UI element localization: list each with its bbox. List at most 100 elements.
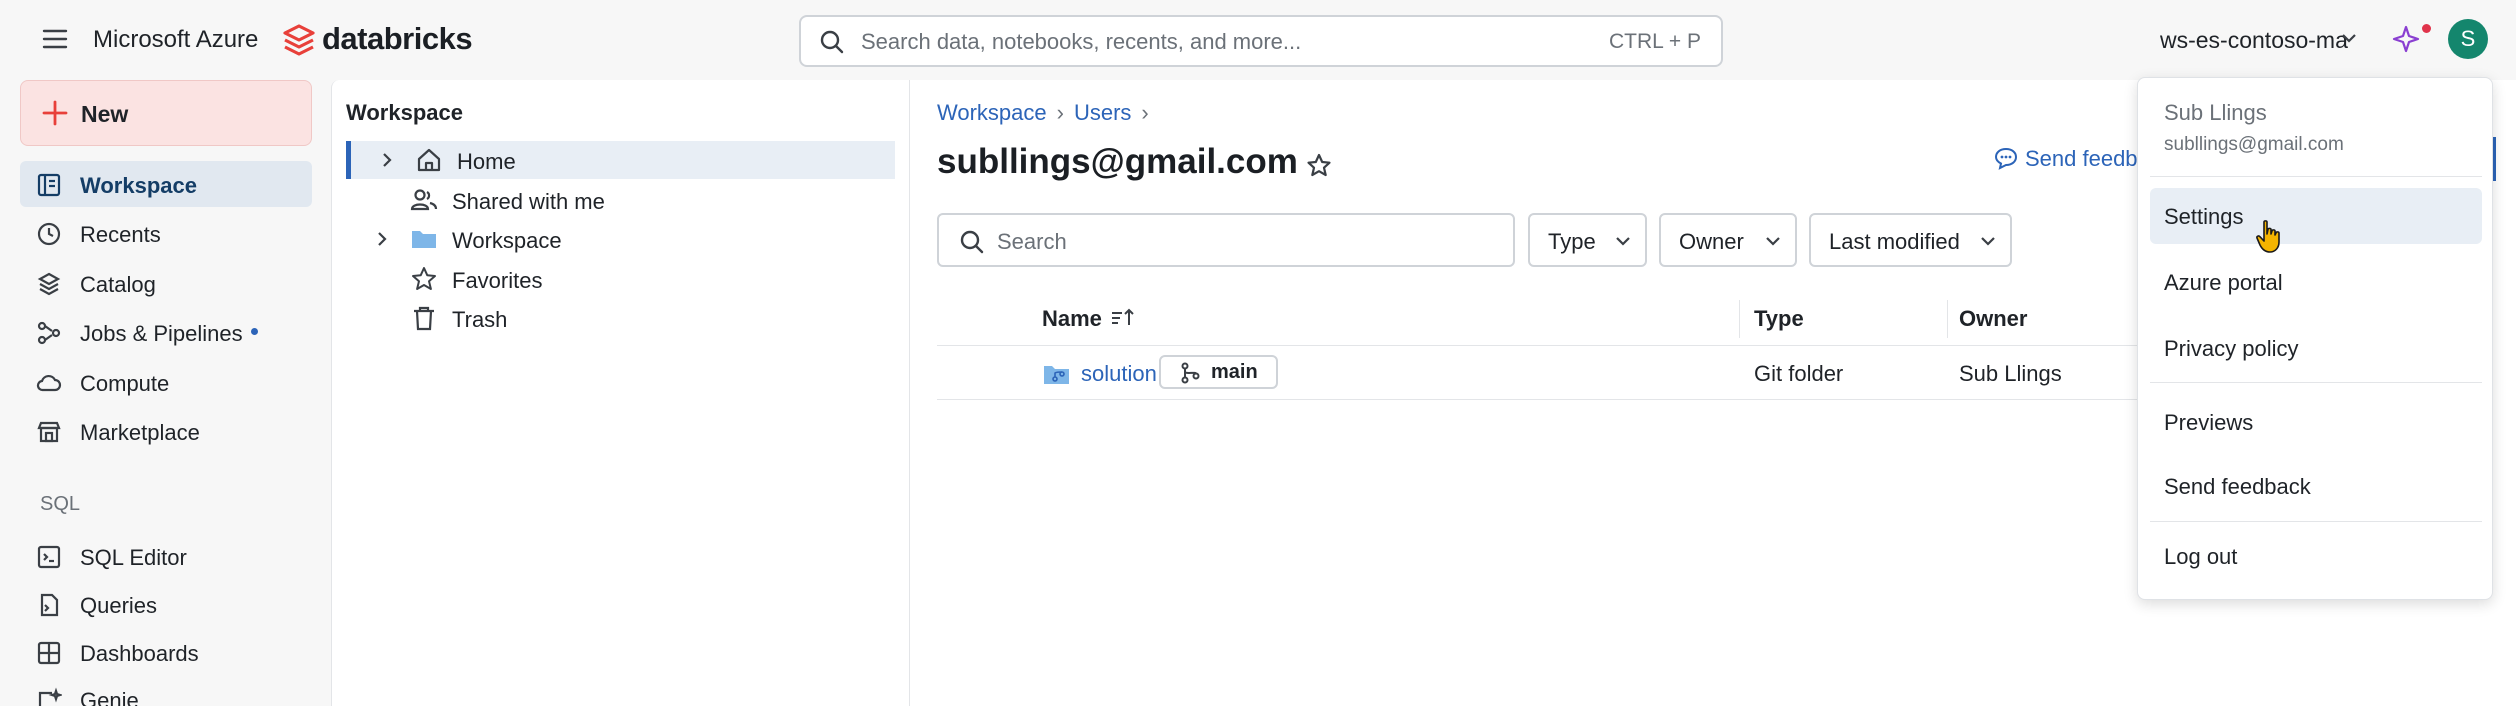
menu-divider — [2150, 382, 2482, 383]
new-button-label: New — [81, 101, 129, 127]
chevron-right-icon[interactable] — [381, 152, 393, 168]
sidebar-item-sql-editor[interactable]: SQL Editor — [20, 533, 312, 579]
chevron-down-icon — [1615, 235, 1631, 247]
user-menu: Sub Llings subllings@gmail.com Settings … — [2137, 77, 2493, 600]
catalog-icon — [36, 271, 62, 297]
global-search-input[interactable]: Search data, notebooks, recents, and mor… — [799, 15, 1723, 67]
last-modified-filter-label: Last modified — [1829, 229, 1960, 254]
tree-item-label: Home — [457, 149, 516, 174]
menu-user-email: subllings@gmail.com — [2164, 134, 2344, 155]
new-button[interactable]: New — [20, 80, 312, 146]
menu-item-label: Privacy policy — [2164, 336, 2299, 361]
genie-icon — [36, 687, 62, 706]
left-sidebar: New Workspace Recents Catalog Jobs & Pip… — [0, 80, 330, 706]
owner-filter-label: Owner — [1679, 229, 1744, 254]
notification-dot — [2422, 24, 2431, 33]
menu-item-log-out[interactable]: Log out — [2150, 528, 2482, 584]
menu-user-name: Sub Llings — [2164, 100, 2267, 125]
tree-item-home[interactable]: Home — [346, 141, 895, 179]
sidebar-item-label: Queries — [80, 593, 158, 618]
search-icon — [959, 229, 985, 255]
sidebar-item-compute[interactable]: Compute — [20, 359, 312, 405]
sort-ascending-icon — [1111, 308, 1134, 325]
column-header-owner[interactable]: Owner — [1959, 306, 2027, 332]
column-header-type[interactable]: Type — [1754, 306, 1804, 332]
workspace-icon — [36, 172, 62, 198]
trash-icon — [410, 305, 438, 331]
menu-item-privacy-policy[interactable]: Privacy policy — [2150, 320, 2482, 376]
sidebar-item-catalog[interactable]: Catalog — [20, 260, 312, 306]
chevron-down-icon[interactable] — [2341, 32, 2357, 44]
page-title: subllings@gmail.com — [937, 142, 1298, 181]
menu-item-previews[interactable]: Previews — [2150, 394, 2482, 450]
menu-divider — [2150, 176, 2482, 177]
sidebar-item-label: Marketplace — [80, 420, 200, 445]
content-search-placeholder: Search — [997, 229, 1067, 254]
last-modified-filter[interactable]: Last modified — [1809, 213, 2012, 267]
menu-item-settings[interactable]: Settings — [2150, 188, 2482, 244]
sidebar-item-marketplace[interactable]: Marketplace — [20, 408, 312, 454]
breadcrumb-separator: › — [1141, 100, 1149, 125]
menu-item-label: Settings — [2164, 204, 2244, 229]
sidebar-item-label: Jobs & Pipelines — [80, 321, 258, 347]
sidebar-item-workspace[interactable]: Workspace — [20, 161, 312, 207]
column-header-name[interactable]: Name — [1042, 306, 1136, 332]
owner-filter[interactable]: Owner — [1659, 213, 1797, 267]
sidebar-item-jobs-pipelines[interactable]: Jobs & Pipelines — [20, 309, 312, 355]
table-header: Name Type Owner — [937, 292, 2237, 346]
tree-title: Workspace — [346, 100, 463, 125]
branch-badge[interactable]: main — [1159, 355, 1278, 389]
sql-section-label: SQL — [40, 493, 81, 515]
assistant-sparkle-icon[interactable] — [2392, 24, 2422, 54]
menu-item-label: Azure portal — [2164, 270, 2283, 295]
queries-icon — [36, 592, 62, 618]
menu-divider — [2150, 521, 2482, 522]
search-icon — [819, 29, 845, 55]
type-filter[interactable]: Type — [1528, 213, 1647, 267]
column-divider[interactable] — [1739, 300, 1740, 338]
sidebar-item-recents[interactable]: Recents — [20, 210, 312, 256]
dashboard-icon — [36, 640, 62, 666]
menu-item-label: Previews — [2164, 410, 2254, 435]
avatar[interactable]: S — [2448, 19, 2488, 59]
send-feedback-link[interactable]: Send feedb — [1993, 146, 2138, 172]
sidebar-item-queries[interactable]: Queries — [20, 581, 312, 627]
workspace-switcher[interactable]: ws-es-contoso-ma — [2160, 27, 2348, 54]
sql-editor-icon — [36, 544, 62, 570]
git-folder-icon — [1042, 361, 1072, 387]
menu-item-send-feedback[interactable]: Send feedback — [2150, 458, 2482, 514]
table-row[interactable]: solution main Git folder Sub Llings — [937, 346, 2237, 400]
tree-item-label: Trash — [452, 307, 508, 332]
column-divider[interactable] — [1947, 300, 1948, 338]
sidebar-item-dashboards[interactable]: Dashboards — [20, 629, 312, 675]
sidebar-item-genie[interactable]: Genie — [20, 676, 312, 706]
sidebar-item-label: Workspace — [80, 173, 197, 198]
branch-label: main — [1211, 361, 1258, 383]
plus-icon — [41, 99, 69, 127]
chevron-right-icon[interactable] — [376, 231, 388, 247]
store-icon — [36, 419, 62, 445]
databricks-wordmark[interactable]: databricks — [322, 21, 473, 57]
type-cell: Git folder — [1754, 361, 1844, 386]
menu-item-azure-portal[interactable]: Azure portal — [2150, 254, 2482, 310]
sidebar-item-label: Genie — [80, 688, 139, 706]
content-search-input[interactable]: Search — [937, 213, 1515, 267]
top-bar: Microsoft Azure databricks Search data, … — [0, 0, 2516, 80]
type-filter-label: Type — [1548, 229, 1596, 254]
databricks-logo-icon[interactable] — [281, 22, 317, 58]
breadcrumb-users[interactable]: Users — [1074, 100, 1131, 125]
tree-item-label: Shared with me — [452, 189, 605, 214]
cloud-icon — [36, 370, 62, 396]
tree-item-trash[interactable]: Trash — [346, 299, 895, 337]
favorite-star-icon[interactable] — [1305, 152, 1333, 180]
new-badge-dot — [250, 328, 258, 335]
tree-item-shared-with-me[interactable]: Shared with me — [346, 181, 895, 219]
tree-item-workspace[interactable]: Workspace — [346, 220, 895, 258]
home-icon — [415, 147, 443, 173]
send-feedback-label: Send feedb — [2025, 146, 2138, 171]
menu-icon[interactable] — [40, 24, 70, 54]
clock-icon — [36, 221, 62, 247]
file-name-link[interactable]: solution — [1081, 361, 1157, 387]
breadcrumb-workspace[interactable]: Workspace — [937, 100, 1047, 125]
tree-item-favorites[interactable]: Favorites — [346, 260, 895, 298]
